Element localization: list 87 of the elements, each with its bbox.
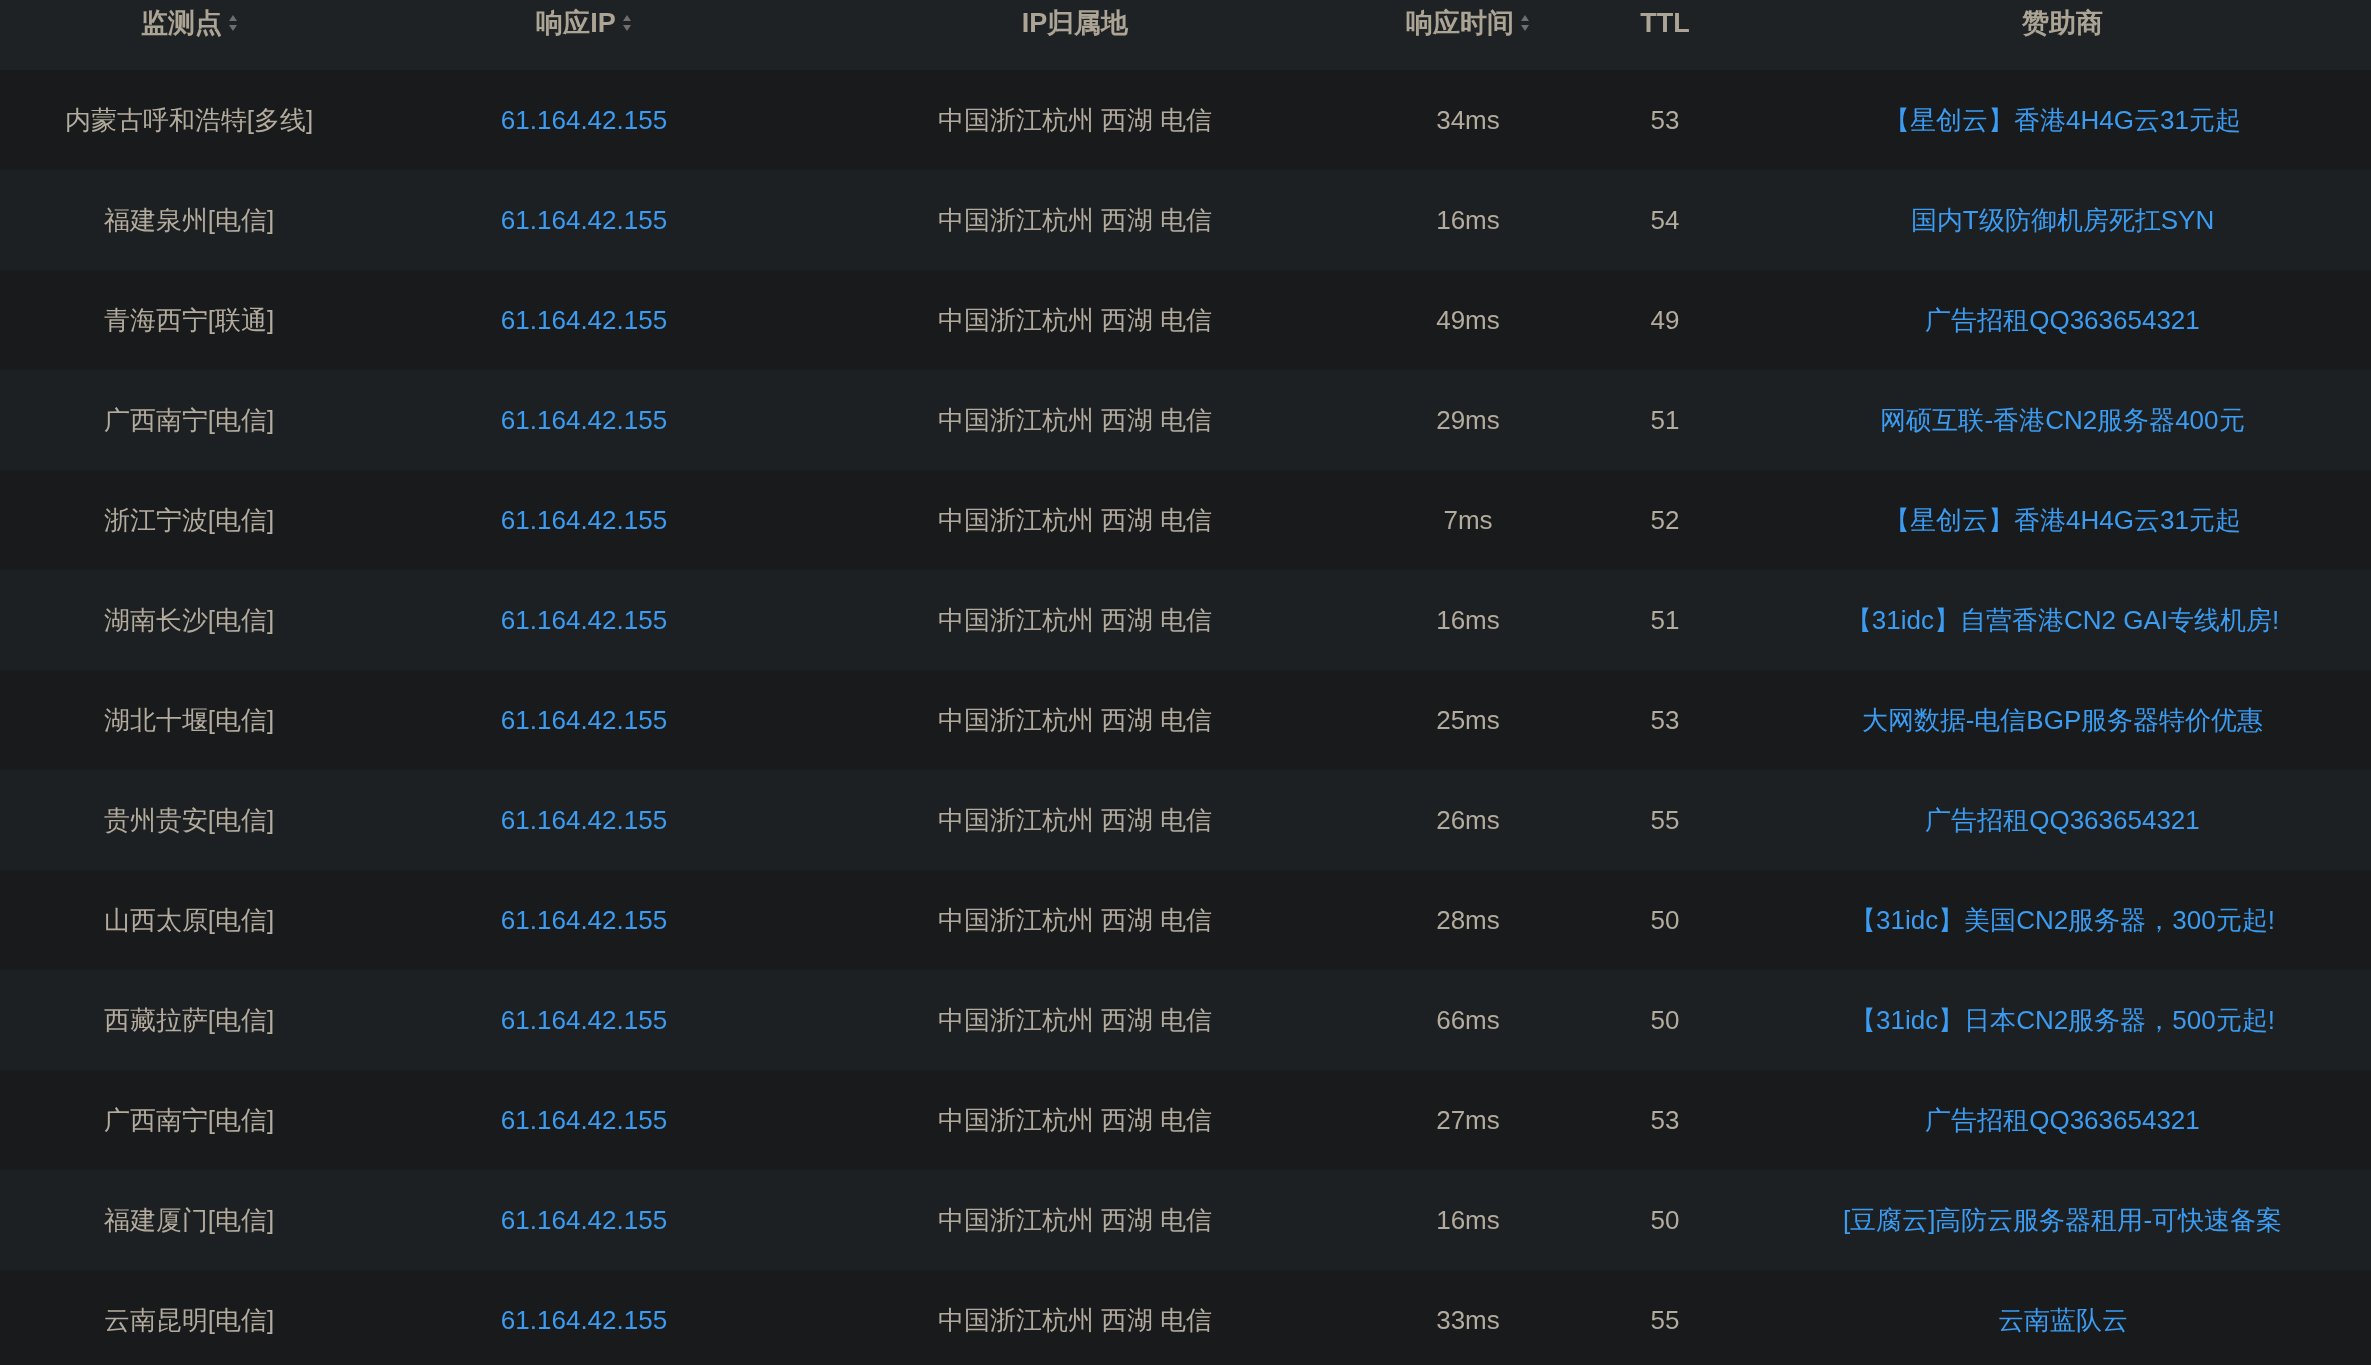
sponsor-link[interactable]: [豆腐云]高防云服务器租用-可快速备案 bbox=[1842, 1202, 2283, 1238]
time-cell: 28ms bbox=[1436, 904, 1500, 936]
sort-icon[interactable] bbox=[621, 14, 632, 32]
ttl-cell: 50 bbox=[1650, 1204, 1680, 1236]
time-cell: 7ms bbox=[1443, 504, 1493, 536]
node-cell-text: 青海西宁[联通] bbox=[103, 303, 275, 337]
sponsor-link[interactable]: 【星创云】香港4H4G云31元起 bbox=[1884, 502, 2241, 538]
sponsor-link[interactable]: 国内T级防御机房死扛SYN bbox=[1910, 202, 2215, 238]
location-cell-text: 中国浙江杭州 西湖 电信 bbox=[937, 1303, 1213, 1337]
location-cell-text: 中国浙江杭州 西湖 电信 bbox=[937, 703, 1213, 737]
time-cell: 16ms bbox=[1436, 604, 1500, 636]
location-cell-text: 中国浙江杭州 西湖 电信 bbox=[937, 203, 1213, 237]
ip-link[interactable]: 61.164.42.155 bbox=[500, 504, 668, 536]
ttl-cell: 54 bbox=[1650, 204, 1680, 236]
time-cell: 33ms bbox=[1436, 1304, 1500, 1336]
ip-link[interactable]: 61.164.42.155 bbox=[500, 1304, 668, 1336]
ip-link[interactable]: 61.164.42.155 bbox=[500, 304, 668, 336]
ttl-cell: 50 bbox=[1650, 904, 1680, 936]
ttl-cell: 50 bbox=[1650, 1004, 1680, 1036]
ttl-cell: 52 bbox=[1650, 504, 1680, 536]
column-header[interactable]: 监测点 bbox=[140, 5, 222, 41]
ttl-cell: 49 bbox=[1650, 304, 1680, 336]
node-cell-text: 湖南长沙[电信] bbox=[103, 603, 275, 637]
ip-link[interactable]: 61.164.42.155 bbox=[500, 704, 668, 736]
time-cell: 49ms bbox=[1436, 304, 1500, 336]
node-cell-text: 山西太原[电信] bbox=[103, 903, 275, 937]
ip-link[interactable]: 61.164.42.155 bbox=[500, 804, 668, 836]
location-cell-text: 中国浙江杭州 西湖 电信 bbox=[937, 603, 1213, 637]
ttl-cell: 53 bbox=[1650, 1104, 1680, 1136]
ip-link[interactable]: 61.164.42.155 bbox=[500, 604, 668, 636]
location-cell-text: 中国浙江杭州 西湖 电信 bbox=[937, 903, 1213, 937]
ip-link[interactable]: 61.164.42.155 bbox=[500, 204, 668, 236]
time-cell: 29ms bbox=[1436, 404, 1500, 436]
location-cell-text: 中国浙江杭州 西湖 电信 bbox=[937, 803, 1213, 837]
location-cell-text: 中国浙江杭州 西湖 电信 bbox=[937, 1203, 1213, 1237]
node-cell-text: 贵州贵安[电信] bbox=[103, 803, 275, 837]
sponsor-link[interactable]: 【星创云】香港4H4G云31元起 bbox=[1884, 102, 2241, 138]
time-cell: 27ms bbox=[1436, 1104, 1500, 1136]
node-cell-text: 浙江宁波[电信] bbox=[103, 503, 275, 537]
node-cell-text: 福建泉州[电信] bbox=[103, 203, 275, 237]
ttl-cell: 55 bbox=[1650, 1304, 1680, 1336]
ttl-cell: 51 bbox=[1650, 604, 1680, 636]
ttl-cell: 55 bbox=[1650, 804, 1680, 836]
ip-link[interactable]: 61.164.42.155 bbox=[500, 404, 668, 436]
column-header[interactable]: 响应时间 bbox=[1406, 5, 1514, 41]
location-cell-text: 中国浙江杭州 西湖 电信 bbox=[937, 403, 1213, 437]
node-cell-text: 云南昆明[电信] bbox=[103, 1303, 275, 1337]
time-cell: 16ms bbox=[1436, 1204, 1500, 1236]
time-cell: 66ms bbox=[1436, 1004, 1500, 1036]
node-cell-text: 内蒙古呼和浩特[多线] bbox=[64, 103, 314, 137]
ttl-cell: 53 bbox=[1650, 104, 1680, 136]
sponsor-link[interactable]: 【31idc】日本CN2服务器，500元起! bbox=[1850, 1002, 2275, 1038]
sponsor-link[interactable]: 广告招租QQ363654321 bbox=[1925, 302, 2200, 338]
sponsor-link[interactable]: 【31idc】美国CN2服务器，300元起! bbox=[1850, 902, 2275, 938]
column-header: 赞助商 bbox=[2022, 7, 2103, 40]
time-cell: 26ms bbox=[1436, 804, 1500, 836]
time-cell: 34ms bbox=[1436, 104, 1500, 136]
ip-link[interactable]: 61.164.42.155 bbox=[500, 904, 668, 936]
location-cell-text: 中国浙江杭州 西湖 电信 bbox=[937, 1103, 1213, 1137]
ip-link[interactable]: 61.164.42.155 bbox=[500, 1004, 668, 1036]
ttl-cell: 53 bbox=[1650, 704, 1680, 736]
sponsor-link[interactable]: 广告招租QQ363654321 bbox=[1925, 802, 2200, 838]
time-cell: 25ms bbox=[1436, 704, 1500, 736]
column-header[interactable]: 响应IP bbox=[536, 5, 616, 41]
node-cell-text: 湖北十堰[电信] bbox=[103, 703, 275, 737]
location-cell-text: 中国浙江杭州 西湖 电信 bbox=[937, 103, 1213, 137]
column-header: TTL bbox=[1640, 7, 1690, 39]
sponsor-link[interactable]: 【31idc】自营香港CN2 GAI专线机房! bbox=[1845, 602, 2280, 638]
node-cell-text: 福建厦门[电信] bbox=[103, 1203, 275, 1237]
sort-icon[interactable] bbox=[1520, 14, 1530, 32]
node-cell-text: 广西南宁[电信] bbox=[103, 403, 275, 437]
sponsor-link[interactable]: 广告招租QQ363654321 bbox=[1925, 1102, 2200, 1138]
sponsor-link[interactable]: 网硕互联-香港CN2服务器400元 bbox=[1880, 402, 2245, 438]
location-cell-text: 中国浙江杭州 西湖 电信 bbox=[937, 303, 1213, 337]
ip-link[interactable]: 61.164.42.155 bbox=[500, 104, 668, 136]
ip-link[interactable]: 61.164.42.155 bbox=[500, 1204, 668, 1236]
sponsor-link[interactable]: 云南蓝队云 bbox=[1997, 1302, 2128, 1338]
node-cell-text: 广西南宁[电信] bbox=[103, 1103, 275, 1137]
column-header: IP归属地 bbox=[1021, 7, 1129, 40]
location-cell-text: 中国浙江杭州 西湖 电信 bbox=[937, 1003, 1213, 1037]
node-cell-text: 西藏拉萨[电信] bbox=[103, 1003, 275, 1037]
ip-link[interactable]: 61.164.42.155 bbox=[500, 1104, 668, 1136]
sponsor-link[interactable]: 大网数据-电信BGP服务器特价优惠 bbox=[1861, 702, 2264, 738]
location-cell-text: 中国浙江杭州 西湖 电信 bbox=[937, 503, 1213, 537]
sort-icon[interactable] bbox=[227, 14, 238, 32]
ttl-cell: 51 bbox=[1650, 404, 1680, 436]
time-cell: 16ms bbox=[1436, 204, 1500, 236]
